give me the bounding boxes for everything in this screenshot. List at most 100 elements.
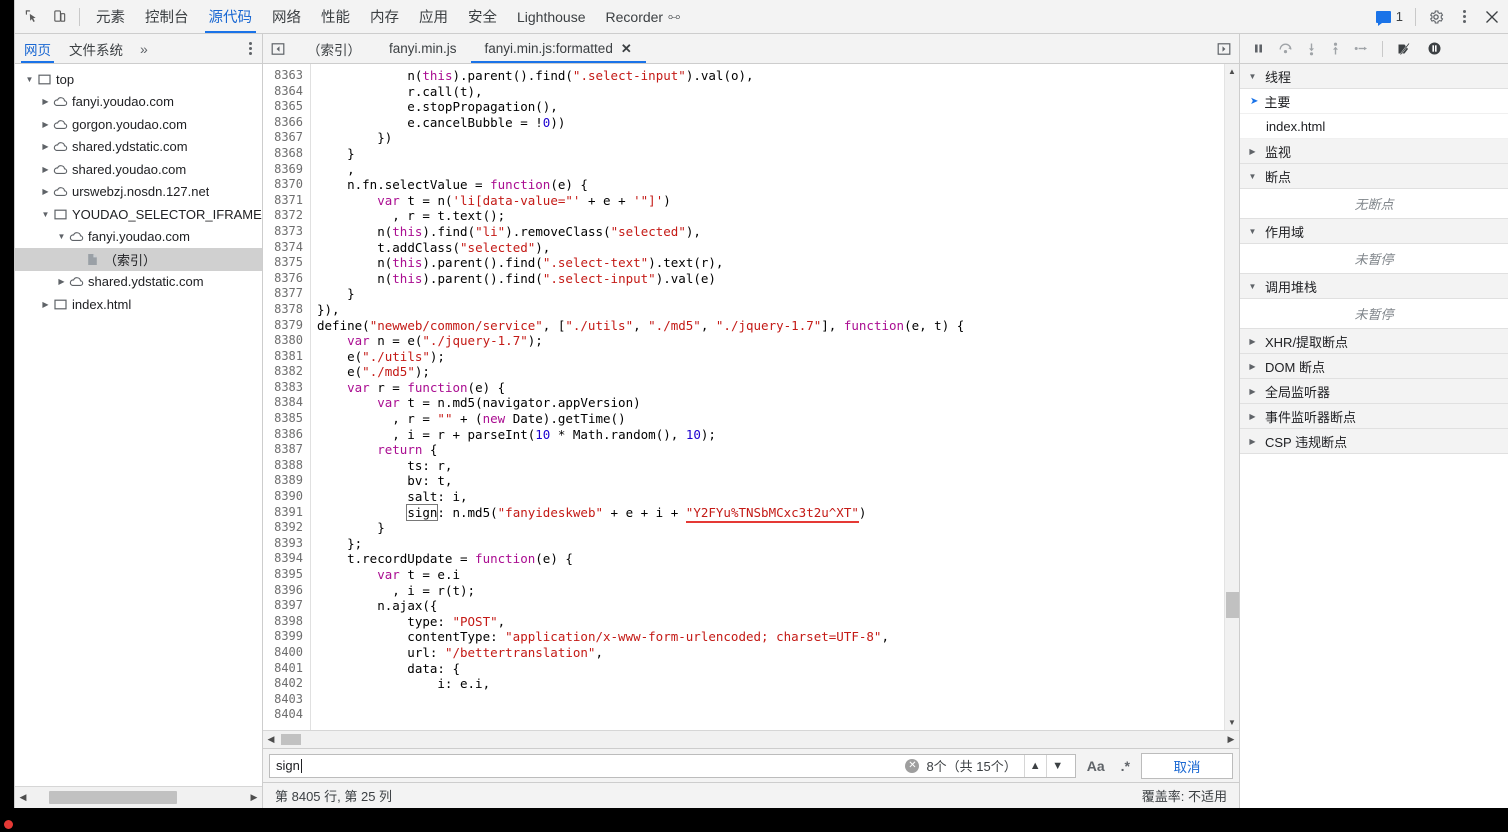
step-button[interactable] [1354, 42, 1369, 55]
line-number[interactable]: 8399 [263, 629, 303, 645]
gear-icon[interactable] [1422, 4, 1450, 30]
tree-item-7[interactable]: fanyi.youdao.com [15, 226, 262, 249]
editor-horizontal-scrollbar[interactable]: ◀ ▶ [263, 730, 1239, 748]
line-number[interactable]: 8379 [263, 318, 303, 334]
line-number[interactable]: 8394 [263, 551, 303, 567]
line-number[interactable]: 8404 [263, 707, 303, 723]
debugger-section-header-5[interactable]: XHR/提取断点 [1240, 329, 1508, 354]
tree-item-3[interactable]: shared.ydstatic.com [15, 136, 262, 159]
pause-resume-button[interactable] [1252, 42, 1265, 55]
line-number[interactable]: 8389 [263, 473, 303, 489]
debugger-section-header-4[interactable]: 调用堆栈 [1240, 274, 1508, 299]
tree-item-8[interactable]: （索引） [15, 248, 262, 271]
section-toggle-right-icon[interactable] [1246, 362, 1259, 371]
debugger-section-header-9[interactable]: CSP 违规断点 [1240, 429, 1508, 454]
nav-tab-filesystem[interactable]: 文件系统 [60, 34, 132, 63]
line-number[interactable]: 8367 [263, 130, 303, 146]
nav-more-chevron-icon[interactable]: » [132, 41, 156, 57]
line-number[interactable]: 8402 [263, 676, 303, 692]
tree-toggle-right-icon[interactable] [39, 165, 52, 174]
nav-tab-page[interactable]: 网页 [15, 34, 60, 63]
scroll-left-arrow-icon[interactable]: ◀ [15, 792, 31, 803]
line-number[interactable]: 8396 [263, 583, 303, 599]
line-number[interactable]: 8400 [263, 645, 303, 661]
close-icon-tab[interactable]: ✕ [621, 41, 632, 57]
line-number[interactable]: 8398 [263, 614, 303, 630]
pause-on-exceptions-button[interactable] [1427, 41, 1442, 56]
line-number[interactable]: 8376 [263, 271, 303, 287]
line-number[interactable]: 8372 [263, 208, 303, 224]
tree-item-0[interactable]: top [15, 68, 262, 91]
step-over-button[interactable] [1278, 42, 1293, 55]
tree-toggle-right-icon[interactable] [39, 187, 52, 196]
line-number[interactable]: 8393 [263, 536, 303, 552]
line-number[interactable]: 8365 [263, 99, 303, 115]
panel-tab-network[interactable]: 网络 [262, 0, 311, 33]
line-number[interactable]: 8364 [263, 84, 303, 100]
debugger-section-header-2[interactable]: 断点 [1240, 164, 1508, 189]
line-number[interactable]: 8401 [263, 661, 303, 677]
search-input[interactable]: sign ✕ 8个（共 15个） ▲ ▼ [269, 753, 1076, 778]
line-number[interactable]: 8366 [263, 115, 303, 131]
panel-tab-sources[interactable]: 源代码 [199, 0, 263, 33]
step-into-button[interactable] [1306, 42, 1317, 56]
editor-tab-fanyi-min-js-formatted[interactable]: fanyi.min.js:formatted ✕ [470, 34, 646, 63]
line-number[interactable]: 8369 [263, 162, 303, 178]
panel-tab-recorder[interactable]: Recorder ⧟ [596, 0, 691, 33]
line-number[interactable]: 8390 [263, 489, 303, 505]
editor-tab-fanyi-min-js[interactable]: fanyi.min.js [375, 34, 471, 63]
line-number[interactable]: 8371 [263, 193, 303, 209]
navigator-more-options-icon[interactable] [239, 42, 262, 55]
tree-item-6[interactable]: YOUDAO_SELECTOR_IFRAME ( [15, 203, 262, 226]
section-toggle-right-icon[interactable] [1246, 337, 1259, 346]
line-number[interactable]: 8381 [263, 349, 303, 365]
clear-circle-icon[interactable]: ✕ [905, 758, 920, 773]
scroll-up-arrow-icon[interactable]: ▲ [1228, 67, 1236, 76]
tree-toggle-right-icon[interactable] [39, 120, 52, 129]
section-toggle-down-icon[interactable] [1246, 282, 1259, 291]
line-number[interactable]: 8387 [263, 442, 303, 458]
line-number[interactable]: 8368 [263, 146, 303, 162]
code-scroll-thumb[interactable] [281, 734, 301, 745]
editor-scroll-thumb[interactable] [1226, 592, 1239, 618]
tree-item-4[interactable]: shared.youdao.com [15, 158, 262, 181]
line-number[interactable]: 8370 [263, 177, 303, 193]
message-count-badge[interactable]: 1 [1370, 9, 1409, 26]
line-number[interactable]: 8377 [263, 286, 303, 302]
tree-item-1[interactable]: fanyi.youdao.com [15, 91, 262, 114]
step-out-button[interactable] [1330, 42, 1341, 56]
code-editor[interactable]: 8363 8364 8365 8366 8367 8368 8369 8370 8371 8372… [263, 64, 1239, 730]
sidebar-scroll-thumb[interactable] [49, 791, 177, 804]
panel-tab-application[interactable]: 应用 [409, 0, 458, 33]
line-number[interactable]: 8392 [263, 520, 303, 536]
match-case-button[interactable]: Aa [1082, 758, 1110, 774]
section-toggle-right-icon[interactable] [1246, 412, 1259, 421]
section-toggle-right-icon[interactable] [1246, 147, 1259, 156]
more-vertical-icon[interactable] [1450, 4, 1478, 30]
search-next-button[interactable]: ▼ [1047, 755, 1069, 777]
expand-panel-icon[interactable] [1209, 42, 1239, 56]
tree-toggle-right-icon[interactable] [39, 97, 52, 106]
tree-toggle-down-icon[interactable] [55, 232, 68, 241]
section-toggle-down-icon[interactable] [1246, 72, 1259, 81]
panel-tab-lighthouse[interactable]: Lighthouse [507, 0, 596, 33]
tree-item-5[interactable]: urswebzj.nosdn.127.net [15, 181, 262, 204]
debugger-section-header-8[interactable]: 事件监听器断点 [1240, 404, 1508, 429]
panel-tab-performance[interactable]: 性能 [311, 0, 360, 33]
regex-button[interactable]: .* [1116, 758, 1135, 774]
line-number[interactable]: 8373 [263, 224, 303, 240]
close-icon[interactable] [1478, 4, 1506, 30]
editor-vertical-scrollbar[interactable]: ▲ ▼ [1224, 64, 1239, 730]
panel-tab-security[interactable]: 安全 [458, 0, 507, 33]
tree-toggle-down-icon[interactable] [23, 75, 36, 84]
scroll-right-arrow-icon[interactable]: ▶ [246, 792, 262, 803]
thread-item-0[interactable]: ➤ 主要 [1240, 89, 1508, 114]
code-scroll-left-arrow-icon[interactable]: ◀ [263, 734, 279, 745]
sidebar-horizontal-scrollbar[interactable]: ◀ ▶ [15, 786, 262, 808]
line-number[interactable]: 8395 [263, 567, 303, 583]
line-number[interactable]: 8403 [263, 692, 303, 708]
line-number[interactable]: 8380 [263, 333, 303, 349]
line-number[interactable]: 8375 [263, 255, 303, 271]
collapse-sidebar-icon[interactable] [263, 42, 293, 56]
editor-tab-index[interactable]: （索引） [293, 34, 375, 63]
